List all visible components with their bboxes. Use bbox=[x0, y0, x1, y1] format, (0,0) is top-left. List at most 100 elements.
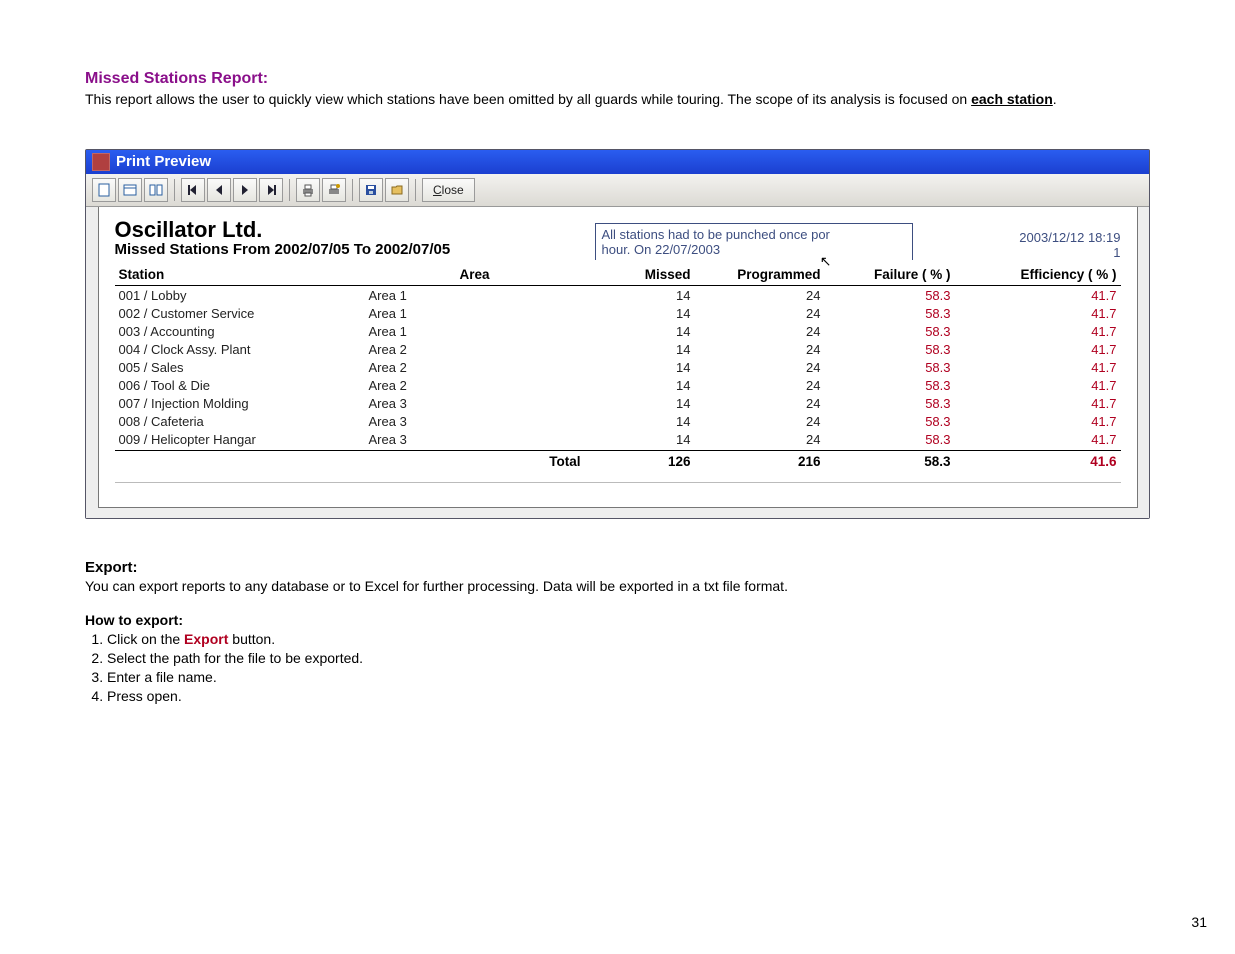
howto-step-2: Select the path for the file to be expor… bbox=[107, 649, 1150, 668]
print-button[interactable] bbox=[296, 178, 320, 202]
cell-programmed: 24 bbox=[695, 413, 825, 430]
col-efficiency: Efficiency ( % ) bbox=[955, 266, 1121, 283]
open-button[interactable] bbox=[385, 178, 409, 202]
section-title: Missed Stations Report: bbox=[85, 70, 1150, 88]
first-page-button[interactable] bbox=[181, 178, 205, 202]
intro-after: . bbox=[1053, 91, 1057, 107]
howto-section: How to export: Click on the Export butto… bbox=[85, 612, 1150, 706]
step1-highlight: Export bbox=[184, 631, 228, 647]
cell-area: Area 1 bbox=[365, 305, 585, 322]
cell-station: 008 / Cafeteria bbox=[115, 413, 365, 430]
cell-missed: 14 bbox=[585, 413, 695, 430]
view-multi-page-button[interactable] bbox=[144, 178, 168, 202]
cell-failure: 58.3 bbox=[825, 377, 955, 394]
next-page-button[interactable] bbox=[233, 178, 257, 202]
window-title: Print Preview bbox=[116, 153, 211, 170]
col-station: Station bbox=[115, 266, 365, 283]
export-section: Export: You can export reports to any da… bbox=[85, 559, 1150, 594]
cell-missed: 14 bbox=[585, 377, 695, 394]
cell-failure: 58.3 bbox=[825, 323, 955, 340]
close-mnemonic: C bbox=[433, 183, 442, 197]
cell-station: 006 / Tool & Die bbox=[115, 377, 365, 394]
table-row: 004 / Clock Assy. PlantArea 2142458.341.… bbox=[115, 340, 1121, 358]
print-setup-button[interactable] bbox=[322, 178, 346, 202]
cell-programmed: 24 bbox=[695, 323, 825, 340]
close-button[interactable]: Close bbox=[422, 178, 475, 202]
toolbar-separator bbox=[352, 179, 353, 201]
view-page-width-button[interactable] bbox=[118, 178, 142, 202]
cell-missed: 14 bbox=[585, 395, 695, 412]
cell-efficiency: 41.7 bbox=[955, 359, 1121, 376]
prev-page-button[interactable] bbox=[207, 178, 231, 202]
table-row: 006 / Tool & DieArea 2142458.341.7 bbox=[115, 376, 1121, 394]
table-row: 001 / LobbyArea 1142458.341.7 bbox=[115, 286, 1121, 304]
cell-station: 001 / Lobby bbox=[115, 287, 365, 304]
cell-area: Area 2 bbox=[365, 359, 585, 376]
cell-station: 009 / Helicopter Hangar bbox=[115, 431, 365, 448]
toolbar-separator bbox=[174, 179, 175, 201]
table-row: 008 / CafeteriaArea 3142458.341.7 bbox=[115, 412, 1121, 430]
save-button[interactable] bbox=[359, 178, 383, 202]
window-titlebar: Print Preview bbox=[86, 150, 1149, 174]
table-row: 003 / AccountingArea 1142458.341.7 bbox=[115, 322, 1121, 340]
cell-area: Area 1 bbox=[365, 323, 585, 340]
preview-area: Oscillator Ltd. Missed Stations From 200… bbox=[86, 207, 1149, 518]
close-label: lose bbox=[442, 183, 464, 197]
table-body: 001 / LobbyArea 1142458.341.7002 / Custo… bbox=[115, 286, 1121, 448]
intro-underlined: each station bbox=[971, 91, 1053, 107]
table-row: 002 / Customer ServiceArea 1142458.341.7 bbox=[115, 304, 1121, 322]
window-icon bbox=[92, 153, 110, 171]
step1-before: Click on the bbox=[107, 631, 184, 647]
view-whole-page-button[interactable] bbox=[92, 178, 116, 202]
intro-text: This report allows the user to quickly v… bbox=[85, 90, 1150, 109]
cell-missed: 14 bbox=[585, 323, 695, 340]
cell-failure: 58.3 bbox=[825, 287, 955, 304]
cell-failure: 58.3 bbox=[825, 413, 955, 430]
cell-station: 003 / Accounting bbox=[115, 323, 365, 340]
cell-missed: 14 bbox=[585, 341, 695, 358]
cell-area: Area 3 bbox=[365, 413, 585, 430]
cell-programmed: 24 bbox=[695, 395, 825, 412]
cell-missed: 14 bbox=[585, 287, 695, 304]
howto-step-3: Enter a file name. bbox=[107, 668, 1150, 687]
cell-programmed: 24 bbox=[695, 431, 825, 448]
cell-programmed: 24 bbox=[695, 359, 825, 376]
howto-step-1: Click on the Export button. bbox=[107, 630, 1150, 649]
cell-station: 007 / Injection Molding bbox=[115, 395, 365, 412]
total-label: Total bbox=[365, 453, 585, 470]
total-missed: 126 bbox=[585, 453, 695, 470]
cell-area: Area 3 bbox=[365, 395, 585, 412]
cell-efficiency: 41.7 bbox=[955, 305, 1121, 322]
table-row: 007 / Injection MoldingArea 3142458.341.… bbox=[115, 394, 1121, 412]
last-page-button[interactable] bbox=[259, 178, 283, 202]
cell-missed: 14 bbox=[585, 359, 695, 376]
cell-station: 002 / Customer Service bbox=[115, 305, 365, 322]
cell-area: Area 3 bbox=[365, 431, 585, 448]
note-line-1: All stations had to be punched once por bbox=[602, 227, 906, 242]
total-row: Total 126 216 58.3 41.6 bbox=[115, 451, 1121, 470]
cell-failure: 58.3 bbox=[825, 305, 955, 322]
report-page-number: 1 bbox=[921, 245, 1121, 260]
cell-programmed: 24 bbox=[695, 287, 825, 304]
end-divider bbox=[115, 482, 1121, 483]
export-title: Export: bbox=[85, 559, 1150, 576]
cell-efficiency: 41.7 bbox=[955, 395, 1121, 412]
report-subtitle: Missed Stations From 2002/07/05 To 2002/… bbox=[115, 241, 595, 258]
export-desc: You can export reports to any database o… bbox=[85, 578, 1150, 594]
col-programmed: Programmed bbox=[695, 266, 825, 283]
cell-efficiency: 41.7 bbox=[955, 287, 1121, 304]
howto-list: Click on the Export button. Select the p… bbox=[85, 630, 1150, 706]
howto-title: How to export: bbox=[85, 612, 1150, 628]
step1-after: button. bbox=[228, 631, 275, 647]
cell-efficiency: 41.7 bbox=[955, 341, 1121, 358]
cell-programmed: 24 bbox=[695, 377, 825, 394]
table-row: 009 / Helicopter HangarArea 3142458.341.… bbox=[115, 430, 1121, 448]
doc-page-number: 31 bbox=[1191, 914, 1207, 930]
toolbar-separator bbox=[415, 179, 416, 201]
cell-programmed: 24 bbox=[695, 341, 825, 358]
company-name: Oscillator Ltd. bbox=[115, 217, 595, 243]
col-failure: Failure ( % ) bbox=[825, 266, 955, 283]
total-failure: 58.3 bbox=[825, 453, 955, 470]
cell-missed: 14 bbox=[585, 305, 695, 322]
howto-step-4: Press open. bbox=[107, 687, 1150, 706]
